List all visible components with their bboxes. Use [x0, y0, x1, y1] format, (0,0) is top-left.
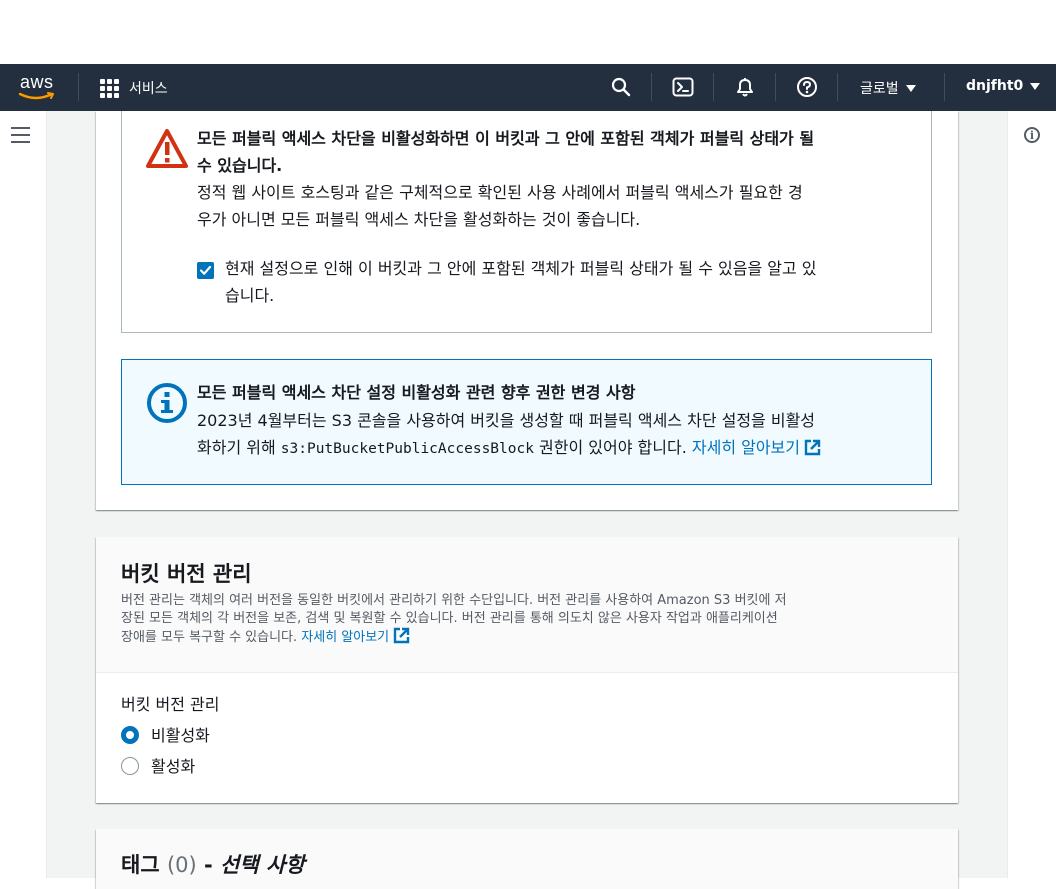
right-rail: i [1007, 111, 1056, 878]
nav-divider [78, 73, 79, 101]
caret-down-icon [905, 84, 916, 92]
nav-divider [775, 73, 776, 101]
region-selector[interactable]: 글로벌 [860, 78, 916, 98]
external-link-icon [393, 627, 410, 644]
account-menu[interactable]: dnjfht0 [966, 78, 1041, 94]
tags-title: 태그 (0) - 선택 사항 [121, 853, 305, 877]
warning-icon [146, 129, 188, 168]
warning-body: 정적 웹 사이트 호스팅과 같은 구체적으로 확인된 사용 사례에서 퍼블릭 액… [197, 183, 803, 229]
services-menu-button[interactable]: 서비스 [100, 76, 168, 100]
nav-divider [837, 73, 838, 101]
aws-logo[interactable]: aws [18, 70, 60, 104]
account-label: dnjfht0 [966, 78, 1024, 94]
aws-smile-icon [18, 92, 54, 100]
external-link-icon [804, 439, 821, 456]
checkmark-icon [199, 265, 212, 275]
caret-down-icon [1030, 82, 1041, 90]
nav-divider [944, 73, 945, 101]
bell-icon[interactable] [733, 75, 757, 99]
versioning-learn-more-link[interactable]: 자세히 알아보기 [301, 627, 410, 645]
versioning-field-label: 버킷 버전 관리 [121, 695, 220, 714]
left-rail [0, 111, 47, 878]
services-label: 서비스 [129, 81, 168, 97]
versioning-enable-radio[interactable] [121, 757, 139, 775]
nav-divider [651, 73, 652, 101]
versioning-disable-label[interactable]: 비활성화 [151, 722, 210, 746]
help-icon[interactable] [795, 75, 819, 99]
services-grid-icon [100, 78, 119, 98]
info-panel-icon[interactable]: i [1024, 127, 1040, 143]
notice-title: 모든 퍼블릭 액세스 차단 설정 비활성화 관련 향후 권한 변경 사항 [197, 383, 636, 402]
region-label: 글로벌 [860, 81, 899, 97]
search-icon[interactable] [609, 75, 633, 99]
acknowledge-checkbox[interactable] [197, 262, 214, 279]
menu-icon[interactable] [11, 127, 30, 148]
acknowledge-label[interactable]: 현재 설정으로 인해 이 버킷과 그 안에 포함된 객체가 퍼블릭 상태가 될 … [225, 255, 915, 309]
nav-divider [713, 73, 714, 101]
info-icon [147, 383, 187, 423]
notice-body: 2023년 4월부터는 S3 콘솔을 사용하여 버킷을 생성할 때 퍼블릭 액세… [197, 407, 917, 463]
versioning-title: 버킷 버전 관리 [121, 562, 252, 586]
permission-code: s3:PutBucketPublicAccessBlock [280, 441, 534, 457]
top-navigation: aws 서비스 글로벌 dnjfht0 [0, 64, 1056, 111]
learn-more-link[interactable]: 자세히 알아보기 [692, 438, 821, 457]
aws-logo-text: aws [20, 72, 54, 92]
versioning-disable-radio[interactable] [121, 726, 139, 744]
tags-count: (0) [166, 853, 197, 877]
versioning-description: 버전 관리는 객체의 여러 버전을 동일한 버킷에서 관리하기 위한 수단입니다… [121, 593, 787, 645]
warning-title: 모든 퍼블릭 액세스 차단을 비활성화하면 이 버킷과 그 안에 포함된 객체가… [197, 129, 815, 175]
cloudshell-icon[interactable] [671, 75, 695, 99]
versioning-enable-label[interactable]: 활성화 [151, 753, 195, 777]
tags-optional: 선택 사항 [220, 853, 305, 877]
